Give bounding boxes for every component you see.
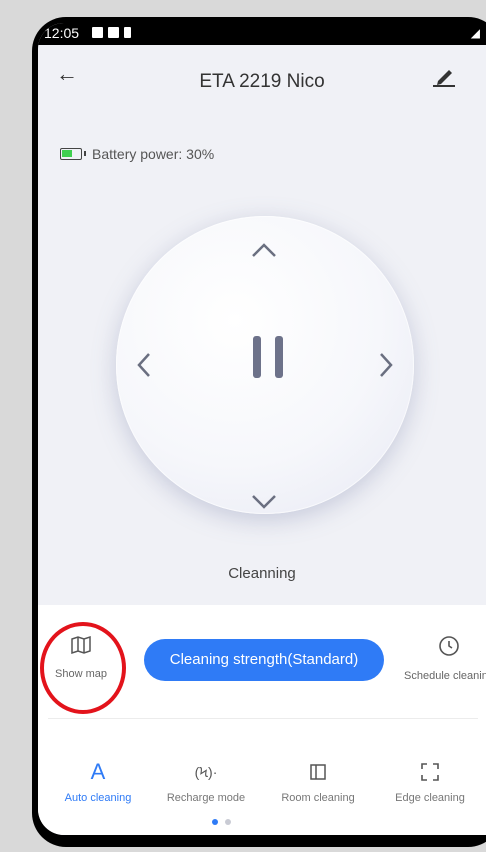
- status-time: 12:05: [44, 25, 80, 41]
- mode-edge-cleaning[interactable]: Edge cleaning: [380, 758, 480, 804]
- mode-label: Recharge mode: [166, 792, 246, 804]
- cleaning-strength-button[interactable]: Cleaning strength(Standard): [144, 639, 384, 681]
- page-dot-active: [212, 819, 218, 825]
- app-screen: 12:05 ◢ ← ETA 2219 Nico Battery power: 3…: [38, 23, 486, 835]
- pause-icon-bar: [253, 336, 261, 378]
- mode-recharge[interactable]: (Ϟ)· Recharge mode: [156, 758, 256, 804]
- schedule-cleaning-button[interactable]: Schedule cleaning: [394, 635, 486, 682]
- cleaning-status: Cleanning: [228, 565, 296, 582]
- page-indicator: [212, 819, 231, 825]
- mode-label: Edge cleaning: [395, 792, 465, 804]
- battery-label: Battery power: 30%: [92, 146, 215, 162]
- signal-icon: ◢: [470, 26, 480, 40]
- down-arrow-button[interactable]: [250, 484, 278, 518]
- status-bar: 12:05 ◢: [38, 23, 486, 45]
- auto-cleaning-icon: A: [90, 759, 106, 784]
- battery-icon: [60, 148, 86, 160]
- edit-pen-icon[interactable]: [432, 65, 456, 92]
- flipboard-icon: [108, 27, 119, 38]
- storage-icon: [124, 27, 131, 38]
- mode-auto-cleaning[interactable]: A Auto cleaning: [48, 758, 148, 804]
- battery-status: Battery power: 30%: [60, 146, 214, 162]
- pause-icon-bar: [275, 336, 283, 378]
- right-arrow-button[interactable]: [378, 351, 394, 387]
- page-dot: [225, 819, 231, 825]
- annotation-circle: [40, 622, 126, 714]
- schedule-cleaning-label: Schedule cleaning: [404, 670, 486, 682]
- mode-room-cleaning[interactable]: Room cleaning: [268, 758, 368, 804]
- pause-button[interactable]: [253, 336, 283, 378]
- divider: [48, 718, 478, 719]
- left-arrow-button[interactable]: [136, 351, 152, 387]
- direction-pad[interactable]: [116, 216, 414, 514]
- edge-cleaning-icon: [380, 758, 480, 786]
- mode-label: Room cleaning: [281, 792, 355, 804]
- room-cleaning-icon: [268, 758, 368, 786]
- recharge-icon: (Ϟ)·: [194, 764, 218, 780]
- mode-label: Auto cleaning: [64, 792, 132, 804]
- clock-icon: [394, 635, 486, 662]
- page-title: ETA 2219 Nico: [199, 71, 325, 92]
- notification-icons: [92, 27, 131, 38]
- gallery-icon: [92, 27, 103, 38]
- up-arrow-button[interactable]: [250, 232, 278, 266]
